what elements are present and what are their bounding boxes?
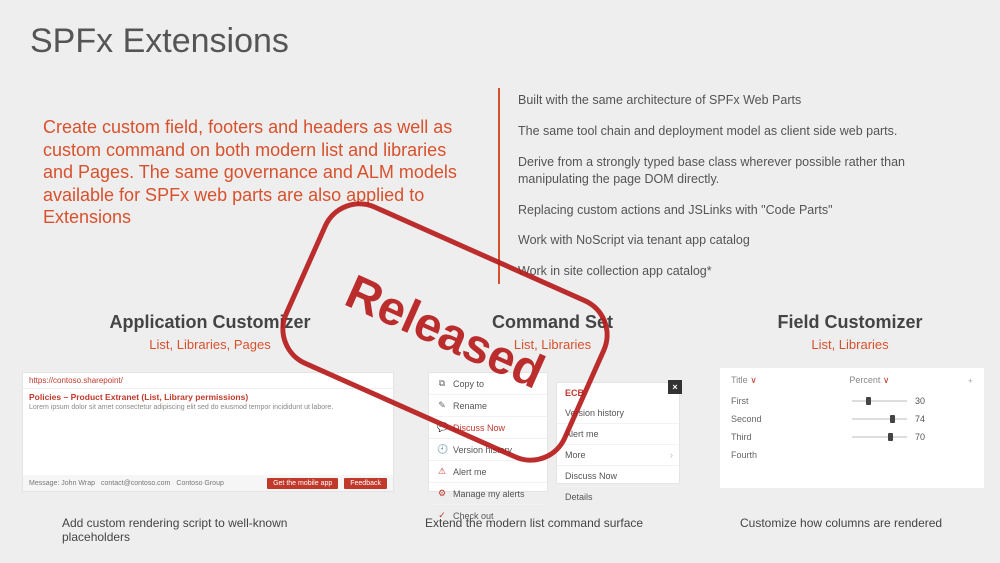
gear-icon: ⚙ — [437, 488, 447, 499]
field-row-second: Second 74 — [721, 410, 983, 428]
column-app-customizer: Application Customizer List, Libraries, … — [40, 312, 380, 352]
bullet-6: Work in site collection app catalog* — [518, 263, 968, 280]
column-field-customizer: Field Customizer List, Libraries — [720, 312, 980, 352]
intro-paragraph: Create custom field, footers and headers… — [43, 116, 463, 229]
bullet-list: Built with the same architecture of SPFx… — [518, 92, 968, 294]
app-mini-footer: Message: John Wrap contact@contoso.com C… — [23, 475, 393, 491]
history-icon: 🕘 — [437, 444, 447, 455]
alert-icon: ⚠ — [437, 466, 447, 477]
fld-caption: Customize how columns are rendered — [740, 516, 990, 530]
copy-icon: ⧉ — [437, 378, 447, 389]
chevron-down-icon: ∨ — [750, 375, 757, 385]
close-icon: × — [668, 380, 682, 394]
column-command-set: Command Set List, Libraries — [400, 312, 705, 352]
page-title: SPFx Extensions — [30, 22, 289, 61]
footer-text-3: Contoso Group — [176, 480, 223, 487]
ecb-details: Details — [557, 487, 679, 507]
bullet-5: Work with NoScript via tenant app catalo… — [518, 232, 968, 249]
fld-subtitle: List, Libraries — [720, 337, 980, 352]
bullet-2: The same tool chain and deployment model… — [518, 123, 968, 140]
bullet-3: Derive from a strongly typed base class … — [518, 154, 968, 188]
footer-text-1: Message: John Wrap — [29, 480, 95, 487]
bullet-1: Built with the same architecture of SPFx… — [518, 92, 968, 109]
ecb-version-history: Version history — [557, 403, 679, 424]
mi-rename: ✎Rename — [429, 395, 547, 417]
rename-icon: ✎ — [437, 400, 447, 411]
mi-discuss-now: 💬Discuss Now — [429, 417, 547, 439]
plus-icon: + — [968, 376, 973, 386]
app-mini-page-title: Policies – Product Extranet (List, Libra… — [23, 389, 393, 402]
ecb-discuss-now: Discuss Now — [557, 466, 679, 487]
field-row-first: First 30 — [721, 392, 983, 410]
check-icon: ✓ — [437, 510, 447, 521]
footer-btn-feedback: Feedback — [344, 478, 387, 489]
mi-copy-to: ⧉Copy to — [429, 373, 547, 395]
app-title: Application Customizer — [40, 312, 380, 333]
chevron-down-icon: ∨ — [883, 375, 890, 385]
field-table-header: Title ∨ Percent ∨ + — [721, 369, 983, 392]
app-caption: Add custom rendering script to well-know… — [62, 516, 342, 544]
ecb-alert-me: Alert me — [557, 424, 679, 445]
footer-text-2: contact@contoso.com — [101, 480, 170, 487]
ecb-more: More› — [557, 445, 679, 466]
fld-title: Field Customizer — [720, 312, 980, 333]
field-row-third: Third 70 — [721, 428, 983, 446]
mi-manage-alerts: ⚙Manage my alerts — [429, 483, 547, 505]
app-subtitle: List, Libraries, Pages — [40, 337, 380, 352]
footer-btn-mobile: Get the mobile app — [267, 478, 338, 489]
app-mini-screenshot: https://contoso.sharepoint/ Policies – P… — [22, 372, 394, 492]
ecb-header: ECB × — [557, 383, 679, 403]
chat-icon: 💬 — [437, 422, 447, 433]
field-table: Title ∨ Percent ∨ + First 30 Second 74 T… — [720, 368, 984, 488]
field-row-fourth: Fourth — [721, 446, 983, 464]
chevron-right-icon: › — [670, 450, 673, 460]
vertical-divider — [498, 88, 500, 284]
cmd-context-menu: ⧉Copy to ✎Rename 💬Discuss Now 🕘Version h… — [428, 372, 548, 492]
app-mini-body: Lorem ipsum dolor sit amet consectetur a… — [23, 402, 393, 411]
app-mini-address: https://contoso.sharepoint/ — [23, 373, 393, 389]
cmd-title: Command Set — [400, 312, 705, 333]
cmd-subtitle: List, Libraries — [400, 337, 705, 352]
mi-alert-me: ⚠Alert me — [429, 461, 547, 483]
mi-version-history: 🕘Version history — [429, 439, 547, 461]
bullet-4: Replacing custom actions and JSLinks wit… — [518, 202, 968, 219]
cmd-ecb-panel: ECB × Version history Alert me More› Dis… — [556, 382, 680, 484]
mi-check-out: ✓Check out — [429, 505, 547, 526]
